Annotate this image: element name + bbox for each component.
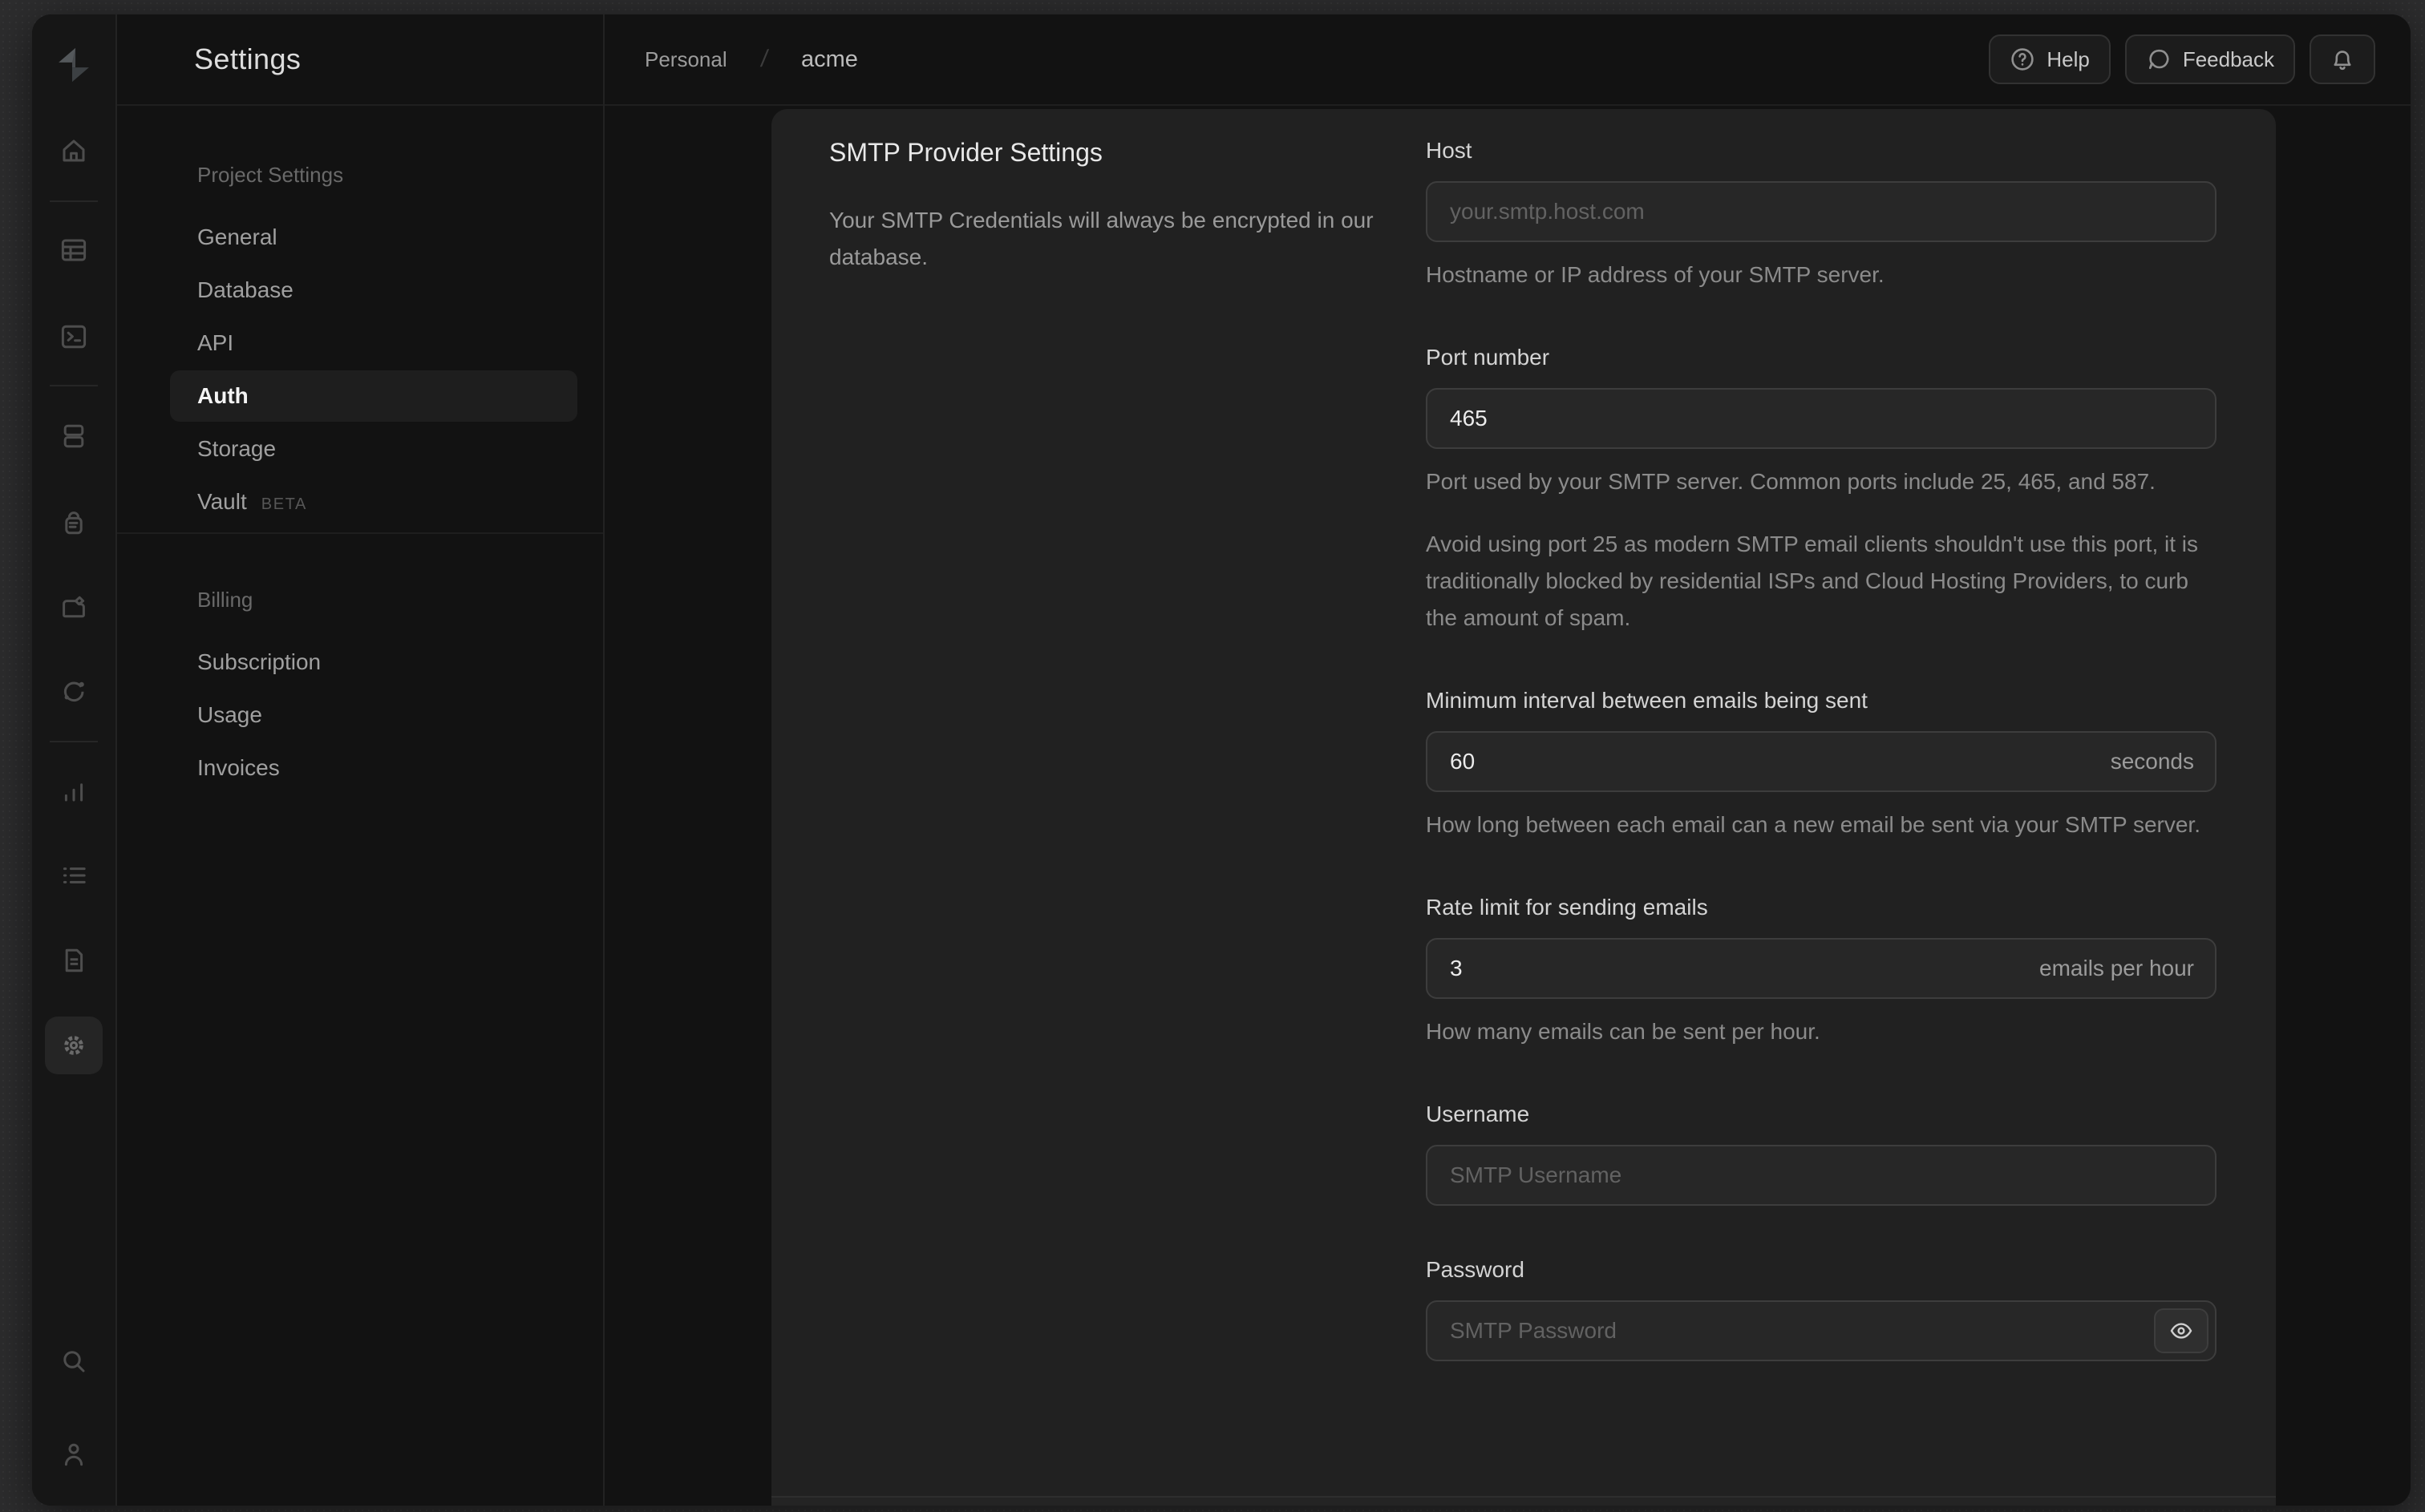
password-label: Password	[1426, 1257, 1524, 1282]
host-input[interactable]	[1426, 181, 2217, 242]
sidebar-item-vault-label: Vault	[197, 489, 247, 514]
sidebar-item-storage[interactable]: Storage	[170, 423, 577, 475]
feedback-icon	[2148, 49, 2169, 70]
topbar-actions: Help Feedback	[1989, 34, 2375, 84]
topbar: Personal / acme Help Feedback	[605, 14, 2411, 106]
breadcrumb-separator: /	[759, 46, 770, 72]
interval-field-group: Minimum interval between emails being se…	[1426, 685, 2217, 843]
reports-icon[interactable]	[45, 762, 103, 819]
username-field-group: Username	[1426, 1098, 2217, 1206]
sidebar-item-subscription[interactable]: Subscription	[170, 637, 577, 688]
username-input[interactable]	[1426, 1145, 2217, 1206]
auth-icon[interactable]	[45, 494, 103, 552]
sidebar-item-api[interactable]: API	[170, 317, 577, 369]
notifications-button[interactable]	[2310, 34, 2375, 84]
card-description: Your SMTP Credentials will always be enc…	[829, 208, 1374, 269]
desktop: Settings Project Settings General Databa…	[0, 0, 2425, 1512]
settings-sidebar: Settings Project Settings General Databa…	[117, 14, 605, 1506]
sidebar-header: Settings	[117, 14, 603, 106]
database-icon[interactable]	[45, 407, 103, 465]
feedback-button[interactable]: Feedback	[2124, 34, 2295, 84]
rail-divider	[50, 200, 98, 202]
bell-icon	[2334, 51, 2351, 71]
section-heading-project-settings: Project Settings	[197, 163, 344, 187]
beta-badge: BETA	[261, 495, 307, 513]
sidebar-item-usage[interactable]: Usage	[170, 689, 577, 741]
sidebar-item-database[interactable]: Database	[170, 265, 577, 316]
rate-limit-input[interactable]	[1426, 938, 2217, 999]
breadcrumb-org[interactable]: Personal	[645, 47, 727, 72]
help-button[interactable]: Help	[1989, 34, 2111, 84]
account-icon[interactable]	[45, 1425, 103, 1483]
main-area: Personal / acme Help Feedback SMTP Provi…	[605, 14, 2411, 1506]
card-fields: Host Hostname or IP address of your SMTP…	[1426, 135, 2217, 1361]
username-label: Username	[1426, 1102, 1530, 1126]
sql-editor-icon[interactable]	[45, 308, 103, 366]
sidebar-item-general[interactable]: General	[170, 212, 577, 263]
port-label: Port number	[1426, 345, 1550, 370]
edge-functions-icon[interactable]	[45, 662, 103, 720]
help-icon	[2011, 48, 2034, 71]
help-label: Help	[2046, 46, 2090, 71]
logs-icon[interactable]	[45, 847, 103, 904]
page-content: SMTP Provider Settings Your SMTP Credent…	[605, 106, 2411, 1506]
interval-helper: How long between each email can a new em…	[1426, 812, 2200, 837]
table-editor-icon[interactable]	[45, 221, 103, 279]
search-icon[interactable]	[45, 1332, 103, 1390]
sidebar-item-invoices[interactable]: Invoices	[170, 742, 577, 794]
card-intro: SMTP Provider Settings Your SMTP Credent…	[829, 135, 1426, 1361]
sidebar-nav: Project Settings General Database API Au…	[117, 106, 603, 795]
host-field-group: Host Hostname or IP address of your SMTP…	[1426, 135, 2217, 293]
smtp-settings-card: SMTP Provider Settings Your SMTP Credent…	[771, 109, 2276, 1506]
port-field-group: Port number Port used by your SMTP serve…	[1426, 342, 2217, 637]
port-helper-2: Avoid using port 25 as modern SMTP email…	[1426, 532, 2199, 630]
app-window: Settings Project Settings General Databa…	[32, 14, 2411, 1506]
breadcrumb-project[interactable]: acme	[801, 46, 858, 73]
interval-label: Minimum interval between emails being se…	[1426, 688, 1868, 713]
section-heading-billing: Billing	[197, 588, 253, 612]
storage-icon[interactable]	[45, 577, 103, 635]
port-input[interactable]	[1426, 388, 2217, 449]
api-docs-icon[interactable]	[45, 932, 103, 989]
rail-divider	[50, 385, 98, 386]
sidebar-item-auth[interactable]: Auth	[170, 370, 577, 422]
password-input[interactable]	[1426, 1300, 2217, 1361]
rate-limit-label: Rate limit for sending emails	[1426, 895, 1708, 920]
card-title: SMTP Provider Settings	[829, 138, 1103, 167]
card-footer	[771, 1496, 2276, 1506]
sidebar-item-vault[interactable]: Vault BETA	[170, 476, 577, 528]
rate-limit-field-group: Rate limit for sending emails emails per…	[1426, 891, 2217, 1050]
icon-rail	[32, 14, 117, 1506]
feedback-label: Feedback	[2182, 46, 2274, 71]
host-helper: Hostname or IP address of your SMTP serv…	[1426, 262, 1885, 287]
interval-input[interactable]	[1426, 731, 2217, 792]
home-icon[interactable]	[45, 122, 103, 180]
host-label: Host	[1426, 138, 1472, 163]
password-field-group: Password	[1426, 1254, 2217, 1361]
toggle-password-visibility-button[interactable]	[2154, 1308, 2208, 1353]
page-title: Settings	[194, 42, 302, 75]
rail-divider	[50, 741, 98, 742]
supabase-logo-icon[interactable]	[52, 43, 95, 87]
rate-limit-helper: How many emails can be sent per hour.	[1426, 1019, 1820, 1044]
settings-icon[interactable]	[45, 1017, 103, 1074]
port-helper-1: Port used by your SMTP server. Common po…	[1426, 469, 2156, 494]
eye-icon	[2170, 1323, 2192, 1339]
